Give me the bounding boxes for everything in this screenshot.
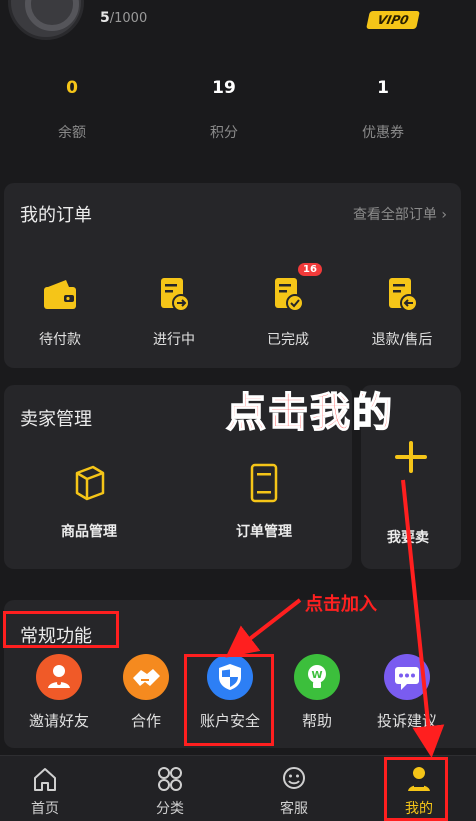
lightbulb-icon: W: [294, 654, 340, 700]
stat-points[interactable]: 19 积分: [164, 78, 284, 142]
order-pending-payment[interactable]: 待付款: [20, 275, 100, 349]
svg-text:W: W: [311, 670, 322, 681]
annotation-box-functions-title: [3, 611, 119, 648]
order-management-label: 订单管理: [236, 524, 292, 540]
order-completed-label: 已完成: [267, 332, 309, 348]
orders-title: 我的订单: [20, 205, 92, 226]
view-all-orders-link[interactable]: 查看全部订单 ›: [353, 204, 447, 224]
smiley-chat-icon: [279, 764, 309, 794]
handshake-icon: [123, 654, 169, 700]
plus-icon: [391, 437, 431, 477]
stat-balance-value: 0: [66, 78, 78, 98]
order-completed[interactable]: 16 已完成: [248, 261, 328, 349]
order-in-progress[interactable]: 进行中: [134, 275, 214, 349]
avatar[interactable]: [8, 0, 84, 40]
document-check-icon: 16: [268, 261, 324, 315]
stat-balance-label: 余额: [58, 125, 86, 141]
func-help[interactable]: W 帮助: [277, 654, 357, 731]
level-progress: 5/1000: [100, 10, 147, 26]
home-icon: [30, 764, 60, 794]
stat-points-label: 积分: [210, 125, 238, 141]
annotation-click-mine: 点击我的: [225, 389, 394, 437]
clipboard-icon: [242, 461, 286, 505]
sell-label: 我要卖: [387, 530, 429, 546]
document-arrow-icon: [154, 275, 194, 315]
grid-icon: [155, 764, 185, 794]
stats-row: 0 余额 19 积分 1 优惠券: [0, 78, 476, 158]
annotation-click-join: 点击加入: [305, 594, 377, 615]
order-refund[interactable]: 退款/售后: [362, 275, 442, 349]
wallet-icon: [40, 275, 80, 315]
stat-points-value: 19: [212, 78, 236, 98]
order-in-progress-label: 进行中: [153, 332, 195, 348]
document-return-icon: [382, 275, 422, 315]
annotation-box-mine-tab: [384, 757, 448, 821]
func-complaints-label: 投诉建议: [376, 712, 437, 730]
annotation-box-account-security: [184, 654, 274, 746]
level-total: /1000: [109, 11, 148, 26]
level-current: 5: [100, 10, 110, 26]
product-management[interactable]: 商品管理: [34, 461, 144, 541]
chat-bubble-icon: [384, 654, 430, 700]
product-management-label: 商品管理: [61, 524, 117, 540]
orders-card: 我的订单 查看全部订单 › 待付款 进行中 16 已完成 退款/售后: [4, 183, 461, 368]
tab-category-label: 分类: [156, 801, 184, 817]
func-cooperation-label: 合作: [130, 712, 161, 730]
func-complaints[interactable]: 投诉建议: [362, 654, 452, 731]
tab-customer-service[interactable]: 客服: [249, 756, 339, 818]
func-cooperation[interactable]: 合作: [106, 654, 186, 731]
tab-home-label: 首页: [31, 801, 59, 817]
tab-category[interactable]: 分类: [125, 756, 215, 818]
func-invite-friends[interactable]: 邀请好友: [19, 654, 99, 731]
order-refund-label: 退款/售后: [371, 332, 433, 348]
seller-title: 卖家管理: [20, 409, 92, 430]
order-management[interactable]: 订单管理: [209, 461, 319, 541]
stat-coupons[interactable]: 1 优惠券: [323, 78, 443, 142]
invite-person-icon: [36, 654, 82, 700]
order-pending-payment-label: 待付款: [39, 332, 81, 348]
tab-customer-service-label: 客服: [280, 801, 308, 817]
vip-badge[interactable]: VIP0: [366, 11, 420, 29]
tab-home[interactable]: 首页: [0, 756, 90, 818]
func-help-label: 帮助: [301, 712, 332, 730]
func-invite-friends-label: 邀请好友: [28, 712, 89, 730]
stat-balance[interactable]: 0 余额: [12, 78, 132, 142]
view-all-orders-label: 查看全部订单: [352, 207, 437, 223]
box-icon: [67, 461, 111, 505]
stat-coupons-label: 优惠券: [362, 125, 404, 141]
stat-coupons-value: 1: [377, 78, 389, 98]
chevron-right-icon: ›: [441, 207, 447, 223]
completed-count-badge: 16: [296, 261, 324, 278]
